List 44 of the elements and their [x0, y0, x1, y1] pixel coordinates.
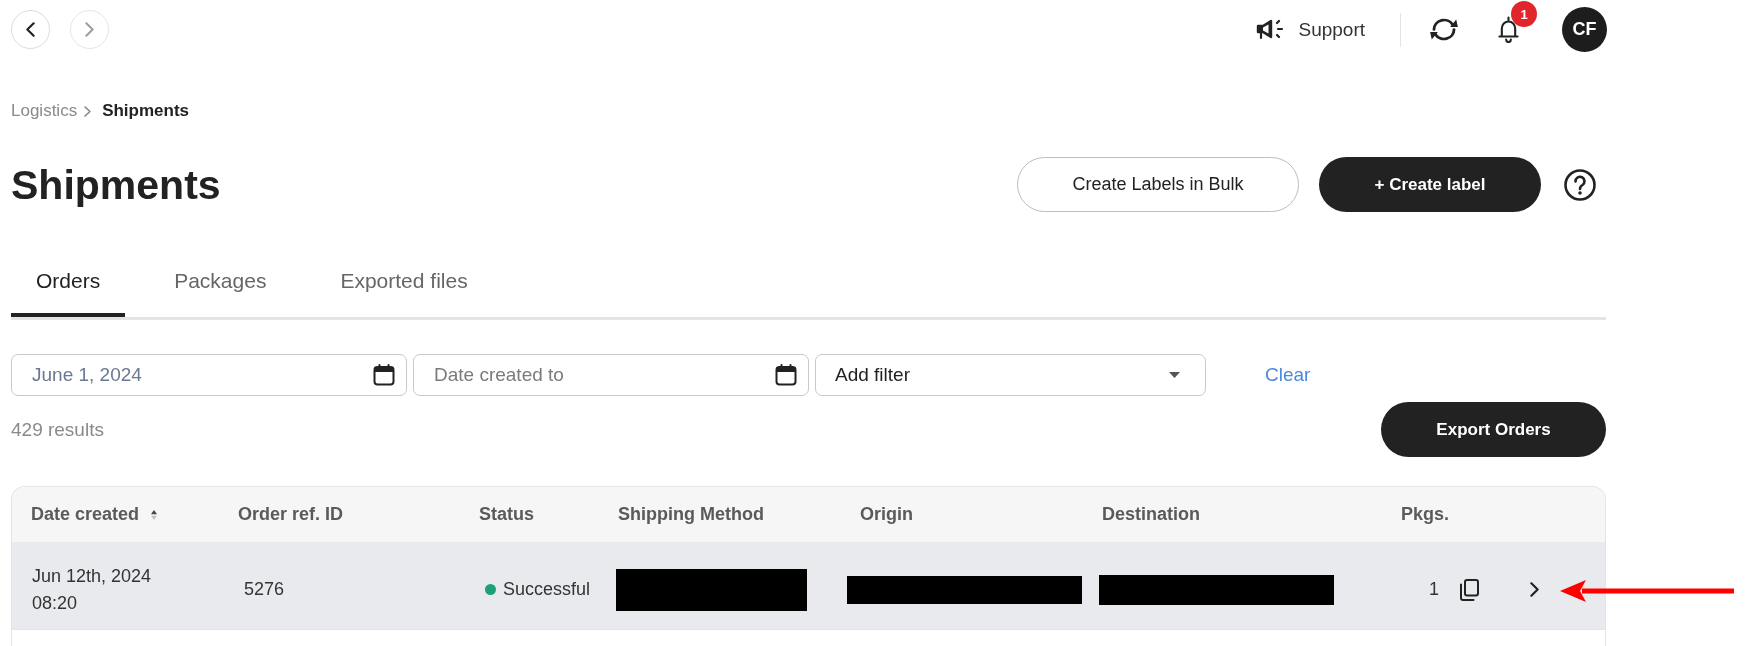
status-text: Successful	[503, 579, 591, 600]
filter-dropdown[interactable]: Add filter	[815, 354, 1206, 396]
create-label-button[interactable]: + Create label	[1319, 157, 1541, 212]
package-count: 1	[1429, 579, 1439, 600]
chevron-right-icon	[85, 22, 94, 37]
date-field[interactable]: Date created to	[413, 354, 809, 396]
calendar-icon[interactable]	[775, 364, 797, 386]
back-button[interactable]	[11, 10, 50, 49]
tab[interactable]: Packages	[149, 260, 292, 317]
column-header[interactable]: Status	[479, 504, 534, 525]
calendar-icon[interactable]	[373, 364, 395, 386]
results-count: 429 results	[11, 418, 104, 441]
column-header[interactable]: Date created	[31, 504, 140, 525]
table-row[interactable]: Jun 12th, 2024 08:20 5276 Successful 1	[12, 542, 1605, 629]
tab[interactable]: Exported files	[315, 260, 493, 317]
bell-icon[interactable]	[1498, 16, 1519, 43]
sort-icon[interactable]	[151, 509, 158, 520]
notification-badge: 1	[1511, 1, 1537, 27]
date-text: Jun 12th, 2024	[32, 564, 152, 588]
bulk-create-button[interactable]: Create Labels in Bulk	[1017, 157, 1299, 212]
clear-link[interactable]: Clear	[1265, 364, 1311, 386]
page-title: Shipments	[11, 160, 221, 209]
user-avatar[interactable]: CF	[1562, 7, 1607, 52]
refresh-icon[interactable]	[1429, 18, 1459, 41]
column-header[interactable]: Shipping Method	[618, 504, 764, 525]
copy-icon[interactable]	[1459, 578, 1479, 601]
export-button[interactable]: Export Orders	[1381, 402, 1606, 457]
column-header[interactable]: Origin	[860, 504, 913, 525]
chevron-right-icon	[84, 105, 92, 117]
breadcrumb-current: Shipments	[102, 101, 190, 121]
chevron-right-icon[interactable]	[1530, 582, 1539, 597]
tab[interactable]: Orders	[11, 260, 126, 317]
caret-down-icon	[1169, 372, 1180, 378]
date-field[interactable]: June 1, 2024	[11, 354, 407, 396]
breadcrumb-link[interactable]: Logistics	[11, 101, 78, 121]
time-text: 08:20	[32, 591, 78, 615]
order-ref-id: 5276	[244, 579, 285, 600]
megaphone-icon	[1256, 19, 1285, 40]
support-button[interactable]: Support	[1256, 18, 1365, 41]
column-header[interactable]: Order ref. ID	[238, 504, 344, 525]
chevron-left-icon	[26, 22, 35, 37]
column-header[interactable]: Pkgs.	[1401, 504, 1450, 525]
column-header[interactable]: Destination	[1102, 504, 1200, 525]
help-icon[interactable]	[1564, 168, 1596, 201]
